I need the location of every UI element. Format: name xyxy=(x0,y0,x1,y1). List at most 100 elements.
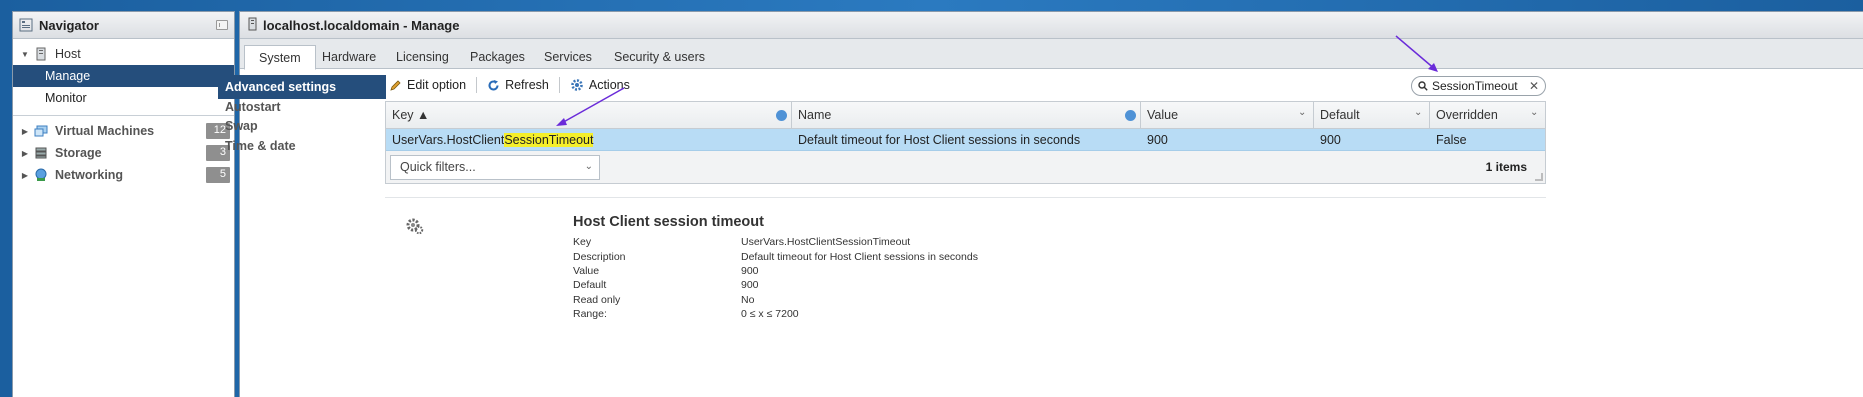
tab-hardware[interactable]: Hardware xyxy=(308,45,390,69)
toolbar-separator xyxy=(558,77,560,93)
settings-item-swap[interactable]: Swap xyxy=(218,116,386,136)
chevron-down-icon[interactable]: ⌄ xyxy=(1298,107,1309,118)
column-header-value[interactable]: Value ⌄ xyxy=(1141,102,1314,128)
resize-grip-icon[interactable] xyxy=(1535,173,1543,181)
tab-security-users-label: Security & users xyxy=(614,50,706,64)
detail-label: Description xyxy=(573,250,626,263)
tab-licensing-label: Licensing xyxy=(396,50,449,64)
column-header-default[interactable]: Default ⌄ xyxy=(1314,102,1430,128)
edit-option-label: Edit option xyxy=(407,78,467,92)
toolbar-separator xyxy=(476,77,478,93)
column-header-name[interactable]: Name xyxy=(792,102,1141,128)
nav-vm-label: Virtual Machines xyxy=(55,124,155,138)
column-header-overridden[interactable]: Overridden ⌄ xyxy=(1430,102,1545,128)
tabs-bar: System Hardware Licensing Packages Servi… xyxy=(240,39,1863,70)
detail-row: Value 900 xyxy=(573,264,978,278)
column-header-key[interactable]: Key ▲ xyxy=(386,102,792,128)
caret-right-icon[interactable]: ▶ xyxy=(17,171,33,180)
cell-overridden: False xyxy=(1436,132,1467,147)
cell-name: Default timeout for Host Client sessions… xyxy=(798,132,1081,147)
quick-filters-select[interactable]: Quick filters... ⌄ xyxy=(390,154,600,180)
nav-storage-label: Storage xyxy=(55,146,102,160)
nav-item-manage[interactable]: Manage xyxy=(13,65,234,87)
detail-title: Host Client session timeout xyxy=(573,214,764,230)
actions-button[interactable]: Actions xyxy=(570,78,640,92)
tab-hardware-label: Hardware xyxy=(322,50,377,64)
tab-packages-label: Packages xyxy=(470,50,525,64)
item-count: 1 items xyxy=(1485,160,1527,174)
clear-search-icon[interactable]: ✕ xyxy=(1529,79,1539,93)
key-prefix-text: UserVars.HostClient xyxy=(392,132,505,147)
detail-label: Read only xyxy=(573,293,621,306)
detail-label: Key xyxy=(573,236,592,249)
nav-networking-label: Networking xyxy=(55,168,124,182)
edit-option-button[interactable]: Edit option xyxy=(389,78,476,92)
nav-host[interactable]: ▼ Host xyxy=(13,43,234,65)
navigator-tree: ▼ Host Manage Monitor ▶ Virtual Machines… xyxy=(13,39,234,186)
tab-system-label: System xyxy=(259,50,301,65)
navigator-panel: Navigator ▼ Host Manage Monitor ▶ Virtua… xyxy=(12,11,235,397)
detail-value: 0 ≤ x ≤ 7200 xyxy=(741,308,799,321)
detail-label: Value xyxy=(573,264,600,277)
detail-value: 900 xyxy=(741,264,759,277)
tab-security-users[interactable]: Security & users xyxy=(600,45,719,69)
search-box[interactable]: ✕ xyxy=(1411,76,1546,96)
settings-item-advanced-label: Advanced settings xyxy=(225,80,337,94)
detail-row: Read only No xyxy=(573,293,978,307)
search-icon xyxy=(1418,81,1428,91)
column-overridden-label: Overridden xyxy=(1436,108,1498,122)
nav-divider xyxy=(13,115,234,116)
nav-item-storage[interactable]: ▶ Storage 3 xyxy=(13,142,234,164)
caret-right-icon[interactable]: ▶ xyxy=(17,127,33,136)
host-icon xyxy=(33,47,49,61)
column-key-label: Key ▲ xyxy=(392,108,430,122)
settings-gear-icon xyxy=(405,216,425,239)
settings-item-autostart-label: Autostart xyxy=(225,99,281,114)
refresh-label: Refresh xyxy=(505,78,549,92)
settings-item-time-date[interactable]: Time & date xyxy=(218,136,386,156)
nav-item-manage-label: Manage xyxy=(45,69,91,83)
toolbar: Edit option Refresh Actions xyxy=(389,73,640,97)
column-menu-icon[interactable] xyxy=(1125,110,1136,121)
search-input[interactable] xyxy=(1432,79,1527,93)
cell-default: 900 xyxy=(1320,132,1341,147)
settings-menu: Advanced settings Autostart Swap Time & … xyxy=(218,75,386,156)
actions-label: Actions xyxy=(588,78,630,92)
refresh-button[interactable]: Refresh xyxy=(487,78,559,92)
table-row[interactable]: UserVars.HostClient SessionTimeout Defaul… xyxy=(386,129,1545,151)
cell-value: 900 xyxy=(1147,132,1168,147)
chevron-down-icon[interactable]: ⌄ xyxy=(1530,107,1541,118)
nav-item-virtual-machines[interactable]: ▶ Virtual Machines 12 xyxy=(13,120,234,142)
column-name-label: Name xyxy=(798,108,832,122)
tab-licensing[interactable]: Licensing xyxy=(382,45,463,69)
chevron-down-icon[interactable]: ⌄ xyxy=(1414,107,1425,118)
settings-item-time-date-label: Time & date xyxy=(225,139,296,153)
caret-right-icon[interactable]: ▶ xyxy=(17,149,33,158)
column-menu-icon[interactable] xyxy=(776,110,787,121)
storage-icon xyxy=(33,146,49,160)
grid-header: Key ▲ Name Value ⌄ Default ⌄ Overridden … xyxy=(386,102,1545,129)
key-match-highlight: SessionTimeout xyxy=(504,132,594,147)
tab-system[interactable]: System xyxy=(244,45,316,70)
settings-item-autostart[interactable]: Autostart xyxy=(218,96,386,117)
settings-item-swap-label: Swap xyxy=(225,119,258,133)
detail-value: 900 xyxy=(741,279,759,292)
collapse-navigator-icon[interactable] xyxy=(216,20,228,30)
caret-down-icon[interactable]: ▼ xyxy=(17,50,33,59)
chevron-down-icon: ⌄ xyxy=(584,160,593,172)
nav-item-monitor-label: Monitor xyxy=(45,91,87,105)
section-divider xyxy=(385,197,1546,198)
nav-item-networking[interactable]: ▶ Networking 5 xyxy=(13,164,234,186)
detail-table: Key UserVars.HostClientSessionTimeout Des… xyxy=(573,235,978,321)
main-header: localhost.localdomain - Manage xyxy=(240,12,1863,39)
nav-item-monitor[interactable]: Monitor xyxy=(13,87,234,109)
navigator-title: Navigator xyxy=(39,17,99,33)
detail-row: Key UserVars.HostClientSessionTimeout xyxy=(573,235,978,249)
quick-filters-label: Quick filters... xyxy=(400,160,476,174)
detail-value: Default timeout for Host Client sessions… xyxy=(741,250,978,263)
refresh-icon xyxy=(488,79,499,90)
tab-services[interactable]: Services xyxy=(530,45,606,69)
grid-footer: Quick filters... ⌄ 1 items xyxy=(386,151,1545,183)
column-default-label: Default xyxy=(1320,108,1360,122)
tab-packages[interactable]: Packages xyxy=(456,45,539,69)
